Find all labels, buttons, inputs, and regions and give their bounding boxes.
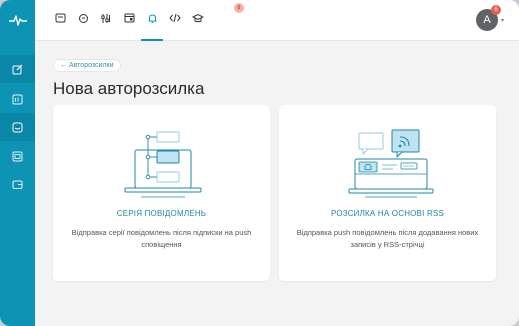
- browser-icon[interactable]: [120, 9, 138, 27]
- pulse-logo-icon[interactable]: [0, 0, 35, 40]
- app-window: β A 6 ▾ ← Авторозсилки Нова авторозсилка…: [0, 0, 519, 326]
- sidebar-item-messages[interactable]: [0, 113, 35, 141]
- rss-newsletter-card[interactable]: РОЗСИЛКА НА ОСНОВІ RSS Відправка push по…: [279, 105, 496, 281]
- graduation-cap-icon[interactable]: [189, 9, 207, 27]
- sidebar: [0, 0, 35, 326]
- message-series-card[interactable]: СЕРІЯ ПОВІДОМЛЕНЬ Відправка серії повідо…: [53, 105, 270, 281]
- page-title: Нова авторозсилка: [53, 79, 205, 98]
- notifications-count-badge: 6: [491, 5, 501, 15]
- card-description: Відправка серії повідомлень після підпис…: [71, 228, 252, 249]
- code-icon[interactable]: [166, 9, 184, 27]
- card-title: РОЗСИЛКА НА ОСНОВІ RSS: [330, 209, 445, 218]
- top-bar: β A 6 ▾: [35, 0, 519, 41]
- sidebar-item-edit[interactable]: [0, 55, 35, 83]
- message-series-illustration-icon: [124, 131, 202, 198]
- sidebar-item-wallet[interactable]: [0, 170, 35, 198]
- message-icon: [12, 118, 23, 137]
- sidebar-item-list[interactable]: [0, 85, 35, 113]
- bell-icon[interactable]: [141, 9, 163, 41]
- sidebar-item-newsletter[interactable]: [0, 142, 35, 170]
- mail-icon[interactable]: [51, 9, 69, 27]
- back-to-autoresponders-link[interactable]: ← Авторозсилки: [53, 59, 121, 72]
- settings-icon[interactable]: [97, 9, 115, 27]
- rss-illustration-icon: [348, 129, 434, 198]
- chevron-down-icon[interactable]: ▾: [501, 17, 504, 24]
- card-title: СЕРІЯ ПОВІДОМЛЕНЬ: [116, 209, 207, 218]
- beta-badge: β: [234, 3, 244, 13]
- card-description: Відправка push повідомлень після додаван…: [296, 228, 479, 249]
- edit-icon: [12, 60, 23, 79]
- chat-icon[interactable]: [74, 9, 92, 27]
- newsletter-icon: [12, 147, 23, 166]
- wallet-icon: [12, 175, 23, 194]
- list-icon: [12, 90, 23, 109]
